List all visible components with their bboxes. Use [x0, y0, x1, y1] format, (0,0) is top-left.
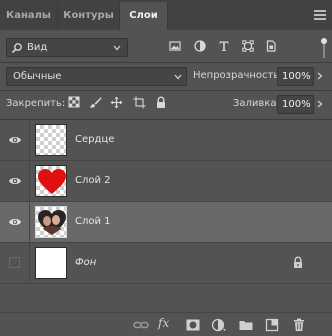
- layer-thumbnail-photo-heart: [35, 206, 67, 238]
- search-icon: [11, 42, 23, 57]
- layer-name: Сердце: [75, 134, 115, 145]
- visibility-off-box[interactable]: [9, 257, 20, 268]
- layer-name: Слой 2: [75, 175, 111, 186]
- adjustment-layer-icon[interactable]: [211, 318, 227, 332]
- link-layers-icon[interactable]: [133, 318, 149, 332]
- new-layer-icon[interactable]: [264, 318, 280, 332]
- fill-label: Заливка:: [233, 98, 280, 109]
- visibility-cell[interactable]: [0, 120, 30, 160]
- tab-layers[interactable]: Слои: [120, 2, 168, 30]
- lock-image-pixels-icon[interactable]: [89, 96, 103, 110]
- tab-channels[interactable]: Каналы: [0, 2, 58, 30]
- layer-row-layer-1[interactable]: Слой 1: [0, 202, 332, 243]
- layer-thumbnail-white: [35, 247, 67, 279]
- opacity-input[interactable]: 100%: [277, 67, 314, 86]
- delete-layer-icon[interactable]: [291, 318, 307, 332]
- shape-filter-icon[interactable]: [240, 39, 256, 57]
- filter-toggle-switch[interactable]: [320, 36, 328, 60]
- eye-icon[interactable]: [8, 175, 22, 187]
- divider: [0, 62, 332, 63]
- fill-input[interactable]: 100%: [277, 95, 314, 114]
- layer-row-background[interactable]: Фон: [0, 243, 332, 284]
- new-group-icon[interactable]: [238, 318, 254, 332]
- heart-icon: [38, 169, 66, 194]
- layer-thumbnail-red-heart: [35, 165, 67, 197]
- layer-filter-kind-select[interactable]: Вид: [6, 38, 128, 57]
- divider: [0, 90, 332, 91]
- tab-paths[interactable]: Контуры: [58, 2, 120, 30]
- layer-name: Фон: [75, 257, 97, 268]
- chevron-down-icon: [173, 72, 183, 82]
- lock-artboard-icon[interactable]: [133, 96, 147, 110]
- photo-heart-icon: [38, 210, 66, 235]
- lock-transparent-pixels-icon[interactable]: [68, 96, 82, 110]
- panel-tab-bar: Каналы Контуры Слои: [0, 0, 332, 30]
- eye-icon[interactable]: [8, 134, 22, 146]
- lock-label: Закрепить:: [6, 98, 66, 109]
- visibility-cell[interactable]: [0, 202, 30, 242]
- visibility-cell[interactable]: [0, 161, 30, 201]
- add-mask-icon[interactable]: [185, 318, 201, 332]
- blend-mode-label: Обычные: [13, 71, 62, 82]
- layers-panel: Каналы Контуры Слои Вид Обычные Непрозра…: [0, 0, 332, 336]
- adjustment-filter-icon[interactable]: [192, 39, 208, 57]
- smart-object-filter-icon[interactable]: [263, 39, 279, 57]
- layer-row-heart[interactable]: Сердце: [0, 120, 332, 161]
- panel-menu-icon[interactable]: [314, 10, 326, 20]
- blend-mode-select[interactable]: Обычные: [6, 67, 187, 86]
- opacity-label: Непрозрачность:: [193, 70, 283, 81]
- layer-thumbnail-transparent: [35, 124, 67, 156]
- opacity-dropdown-icon[interactable]: [316, 71, 326, 81]
- filter-kind-label: Вид: [27, 42, 48, 53]
- chevron-down-icon: [112, 43, 122, 53]
- lock-all-icon[interactable]: [155, 96, 169, 110]
- add-style-icon[interactable]: fx: [158, 316, 169, 330]
- layer-name: Слой 1: [75, 216, 111, 227]
- lock-icon[interactable]: [292, 256, 304, 269]
- layers-bottom-toolbar: fx: [0, 312, 332, 336]
- lock-position-icon[interactable]: [110, 96, 124, 110]
- layers-list: Сердце Слой 2 Слой 1 Фон: [0, 120, 332, 284]
- eye-icon[interactable]: [8, 216, 22, 228]
- visibility-cell[interactable]: [0, 243, 30, 283]
- fill-dropdown-icon[interactable]: [316, 99, 326, 109]
- type-filter-icon[interactable]: [216, 39, 232, 57]
- pixel-filter-icon[interactable]: [167, 39, 183, 57]
- layer-row-layer-2[interactable]: Слой 2: [0, 161, 332, 202]
